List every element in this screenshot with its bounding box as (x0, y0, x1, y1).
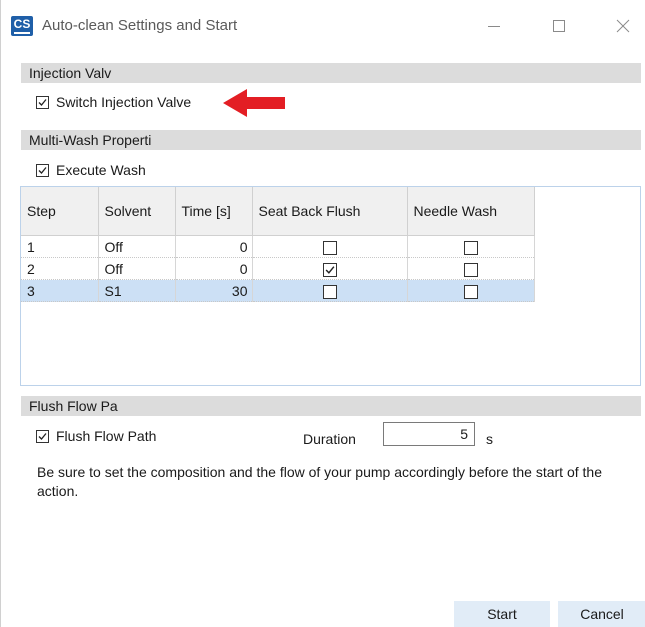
checkbox-icon[interactable] (36, 429, 49, 443)
app-logo-text: CS (13, 17, 31, 31)
seat-back-flush-checkbox[interactable] (322, 240, 337, 255)
checkbox-icon[interactable] (36, 95, 49, 109)
minimize-icon (488, 26, 500, 27)
switch-injection-valve-label: Switch Injection Valve (56, 94, 192, 110)
title-bar: CS Auto-clean Settings and Start (1, 0, 645, 52)
table-row[interactable]: 2 Off 0 (21, 257, 535, 280)
column-header-seat-back-flush[interactable]: Seat Back Flush (252, 187, 408, 236)
cell-time[interactable]: 30 (175, 279, 253, 302)
wash-steps-table: Step Solvent Time [s] Seat Back Flush Ne… (21, 187, 535, 302)
table-header-row: Step Solvent Time [s] Seat Back Flush Ne… (21, 187, 535, 236)
checkbox-icon[interactable] (36, 163, 49, 177)
duration-unit-label: s (486, 431, 493, 447)
checkmark-icon (38, 166, 47, 174)
app-logo-icon: CS (11, 16, 33, 36)
checkmark-icon (38, 98, 47, 106)
switch-injection-valve-checkbox[interactable]: Switch Injection Valve (36, 94, 191, 110)
flush-flow-path-section-header: Flush Flow Pa (21, 396, 641, 416)
auto-clean-dialog: CS Auto-clean Settings and Start Injecti… (0, 0, 645, 627)
start-button[interactable]: Start (454, 601, 550, 627)
needle-wash-checkbox[interactable] (463, 284, 478, 299)
cell-needle-wash (407, 257, 535, 280)
needle-wash-checkbox[interactable] (463, 262, 478, 277)
table-row-selected[interactable]: 3 S1 30 (21, 279, 535, 302)
column-header-step[interactable]: Step (21, 187, 99, 236)
cell-solvent[interactable]: Off (98, 257, 176, 280)
cell-step[interactable]: 2 (21, 257, 99, 280)
cancel-button[interactable]: Cancel (558, 601, 645, 627)
cell-seat-back-flush (252, 279, 408, 302)
minimize-button[interactable] (471, 10, 517, 42)
cell-solvent[interactable]: Off (98, 235, 176, 258)
cell-time[interactable]: 0 (175, 235, 253, 258)
duration-input[interactable] (383, 422, 475, 446)
close-icon (616, 19, 630, 33)
cell-step[interactable]: 3 (21, 279, 99, 302)
wash-steps-grid[interactable]: Step Solvent Time [s] Seat Back Flush Ne… (20, 186, 641, 386)
window-title: Auto-clean Settings and Start (42, 17, 238, 34)
execute-wash-label: Execute Wash (56, 162, 146, 178)
cell-needle-wash (407, 279, 535, 302)
pump-warning-note: Be sure to set the composition and the f… (37, 464, 602, 499)
column-header-solvent[interactable]: Solvent (98, 187, 176, 236)
red-arrow-icon (223, 89, 285, 117)
seat-back-flush-checkbox[interactable] (322, 284, 337, 299)
flush-flow-path-checkbox[interactable]: Flush Flow Path (36, 428, 156, 444)
cell-seat-back-flush (252, 257, 408, 280)
cell-step[interactable]: 1 (21, 235, 99, 258)
duration-label: Duration (303, 431, 356, 447)
needle-wash-checkbox[interactable] (463, 240, 478, 255)
seat-back-flush-checkbox[interactable] (322, 262, 337, 277)
flush-flow-path-label: Flush Flow Path (56, 428, 157, 444)
checkmark-icon (325, 265, 334, 274)
cell-needle-wash (407, 235, 535, 258)
column-header-time[interactable]: Time [s] (175, 187, 253, 236)
multi-wash-section-header: Multi-Wash Properti (21, 130, 641, 150)
close-button[interactable] (600, 10, 645, 42)
cell-solvent[interactable]: S1 (98, 279, 176, 302)
cell-time[interactable]: 0 (175, 257, 253, 280)
injection-valve-section-header: Injection Valv (21, 63, 641, 83)
execute-wash-checkbox[interactable]: Execute Wash (36, 162, 146, 178)
table-row[interactable]: 1 Off 0 (21, 235, 535, 258)
maximize-button[interactable] (536, 10, 582, 42)
checkmark-icon (38, 432, 47, 440)
column-header-needle-wash[interactable]: Needle Wash (407, 187, 535, 236)
maximize-icon (553, 20, 565, 32)
cell-seat-back-flush (252, 235, 408, 258)
